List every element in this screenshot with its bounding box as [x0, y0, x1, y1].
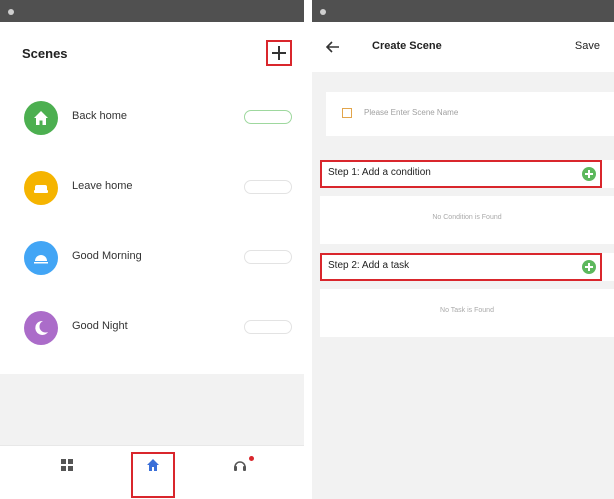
- add-task-plus-icon[interactable]: [582, 260, 596, 274]
- scene-status-badge: [244, 110, 292, 124]
- scene-row-back-home[interactable]: Back home: [0, 84, 304, 154]
- step-1-add-condition[interactable]: Step 1: Add a condition: [320, 160, 614, 188]
- back-arrow-icon[interactable]: [325, 40, 340, 58]
- bottom-nav: [0, 445, 304, 499]
- condition-empty-state: No Condition is Found: [320, 196, 614, 244]
- create-scene-screen: Create Scene Save Please Enter Scene Nam…: [312, 0, 614, 499]
- scene-status-badge: [244, 320, 292, 334]
- grid-icon: [61, 459, 73, 471]
- step-2-add-task[interactable]: Step 2: Add a task: [320, 253, 614, 281]
- scene-status-badge: [244, 250, 292, 264]
- scene-name-input[interactable]: Please Enter Scene Name: [326, 92, 614, 136]
- home-icon: [24, 101, 58, 135]
- add-scene-button[interactable]: [266, 40, 292, 66]
- create-scene-header: Create Scene Save: [312, 22, 614, 72]
- scene-row-leave-home[interactable]: Leave home: [0, 154, 304, 224]
- status-left: [320, 0, 330, 22]
- scene-row-good-morning[interactable]: Good Morning: [0, 224, 304, 294]
- scenes-header: Scenes: [0, 22, 304, 84]
- headset-icon: [234, 461, 246, 471]
- empty-task-text: No Task is Found: [440, 307, 494, 314]
- edit-icon: [342, 108, 352, 118]
- scene-name: Good Morning: [72, 250, 142, 262]
- scene-status-badge: [244, 180, 292, 194]
- step-2-label: Step 2: Add a task: [328, 260, 410, 271]
- scene-name: Leave home: [72, 180, 133, 192]
- empty-condition-text: No Condition is Found: [432, 214, 502, 221]
- scene-list: Back home Leave home Good Morning Good N…: [0, 84, 304, 374]
- status-left: [8, 0, 18, 22]
- page-title: Scenes: [22, 46, 68, 61]
- task-empty-state: No Task is Found: [320, 289, 614, 337]
- nav-item-me[interactable]: [210, 446, 270, 499]
- scene-name: Back home: [72, 110, 128, 122]
- sofa-icon: [24, 171, 58, 205]
- status-bar: [0, 0, 304, 22]
- sunrise-icon: [24, 241, 58, 275]
- scenes-screen: Scenes Back home Leave home Good Morning: [0, 0, 304, 499]
- house-icon: [147, 459, 159, 471]
- nav-item-home[interactable]: [37, 446, 97, 499]
- scene-row-good-night[interactable]: Good Night: [0, 294, 304, 364]
- status-bar: [312, 0, 614, 22]
- scene-name-placeholder: Please Enter Scene Name: [364, 108, 459, 117]
- moon-icon: [24, 311, 58, 345]
- notification-dot: [249, 456, 254, 461]
- page-title: Create Scene: [372, 40, 442, 52]
- add-condition-plus-icon[interactable]: [582, 167, 596, 181]
- nav-item-scenes[interactable]: [123, 446, 183, 499]
- step-1-label: Step 1: Add a condition: [328, 167, 431, 178]
- save-button[interactable]: Save: [575, 40, 600, 52]
- scene-name: Good Night: [72, 320, 128, 332]
